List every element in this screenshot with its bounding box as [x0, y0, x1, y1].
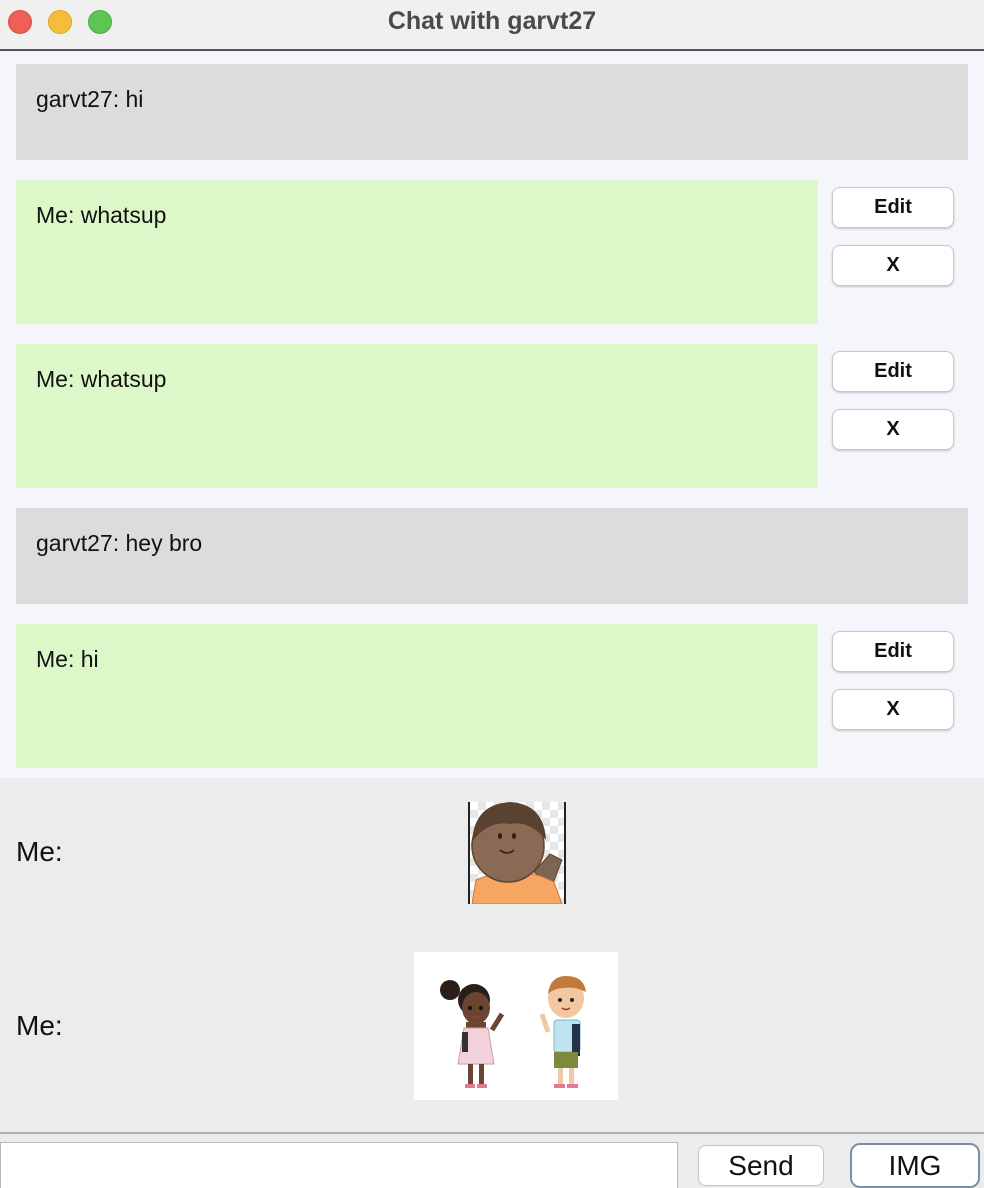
- waving-boy-image: [468, 802, 566, 904]
- composer-bar: Send IMG: [0, 1132, 984, 1188]
- edit-message-button[interactable]: Edit: [832, 351, 954, 392]
- message-input[interactable]: [0, 1142, 678, 1188]
- send-button[interactable]: Send: [698, 1145, 824, 1186]
- image-message-sender: Me:: [16, 1010, 63, 1041]
- delete-message-button[interactable]: X: [832, 689, 954, 730]
- outgoing-message: Me: hi: [16, 624, 818, 768]
- delete-message-button[interactable]: X: [832, 245, 954, 286]
- window-title: Chat with garvt27: [387, 7, 597, 35]
- image-message-sender: Me:: [16, 836, 63, 867]
- edit-message-button[interactable]: Edit: [832, 631, 954, 672]
- outgoing-message: Me: whatsup: [16, 344, 818, 488]
- incoming-message: garvt27: hi: [16, 64, 968, 160]
- image-messages-area: Me: Me:: [0, 778, 984, 1132]
- incoming-message: garvt27: hey bro: [16, 508, 968, 604]
- chat-messages-area[interactable]: garvt27: hi Me: whatsup Edit X Me: whats…: [0, 52, 984, 778]
- edit-message-button[interactable]: Edit: [832, 187, 954, 228]
- delete-message-button[interactable]: X: [832, 409, 954, 450]
- two-kids-waving-image: [414, 952, 618, 1100]
- window-titlebar: Chat with garvt27: [0, 0, 984, 51]
- outgoing-message: Me: whatsup: [16, 180, 818, 324]
- send-image-button[interactable]: IMG: [850, 1143, 980, 1188]
